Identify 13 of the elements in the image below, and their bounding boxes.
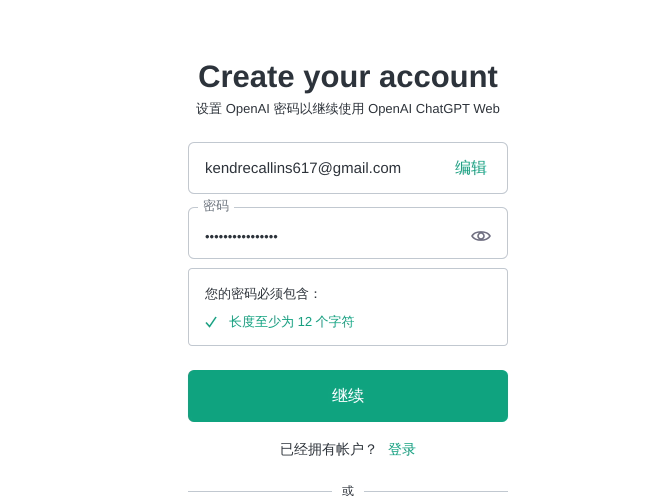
page-title: Create your account: [197, 58, 499, 96]
eye-icon[interactable]: [471, 229, 491, 243]
email-field[interactable]: kendrecallins617@gmail.com 编辑: [188, 142, 508, 194]
requirement-text: 长度至少为 12 个字符: [229, 313, 355, 331]
email-value: kendrecallins617@gmail.com: [205, 160, 402, 176]
login-prompt: 已经拥有帐户？: [280, 441, 378, 459]
edit-link[interactable]: 编辑: [455, 158, 487, 178]
subtitle: 设置 OpenAI 密码以继续使用 OpenAI ChatGPT Web: [195, 100, 501, 118]
password-value: ••••••••••••••••: [205, 228, 278, 244]
field-label: 密码: [198, 198, 234, 214]
login-link[interactable]: 登录: [388, 441, 416, 459]
requirements-heading: 您的密码必须包含：: [205, 285, 323, 303]
continue-button[interactable]: 继续: [188, 370, 508, 422]
